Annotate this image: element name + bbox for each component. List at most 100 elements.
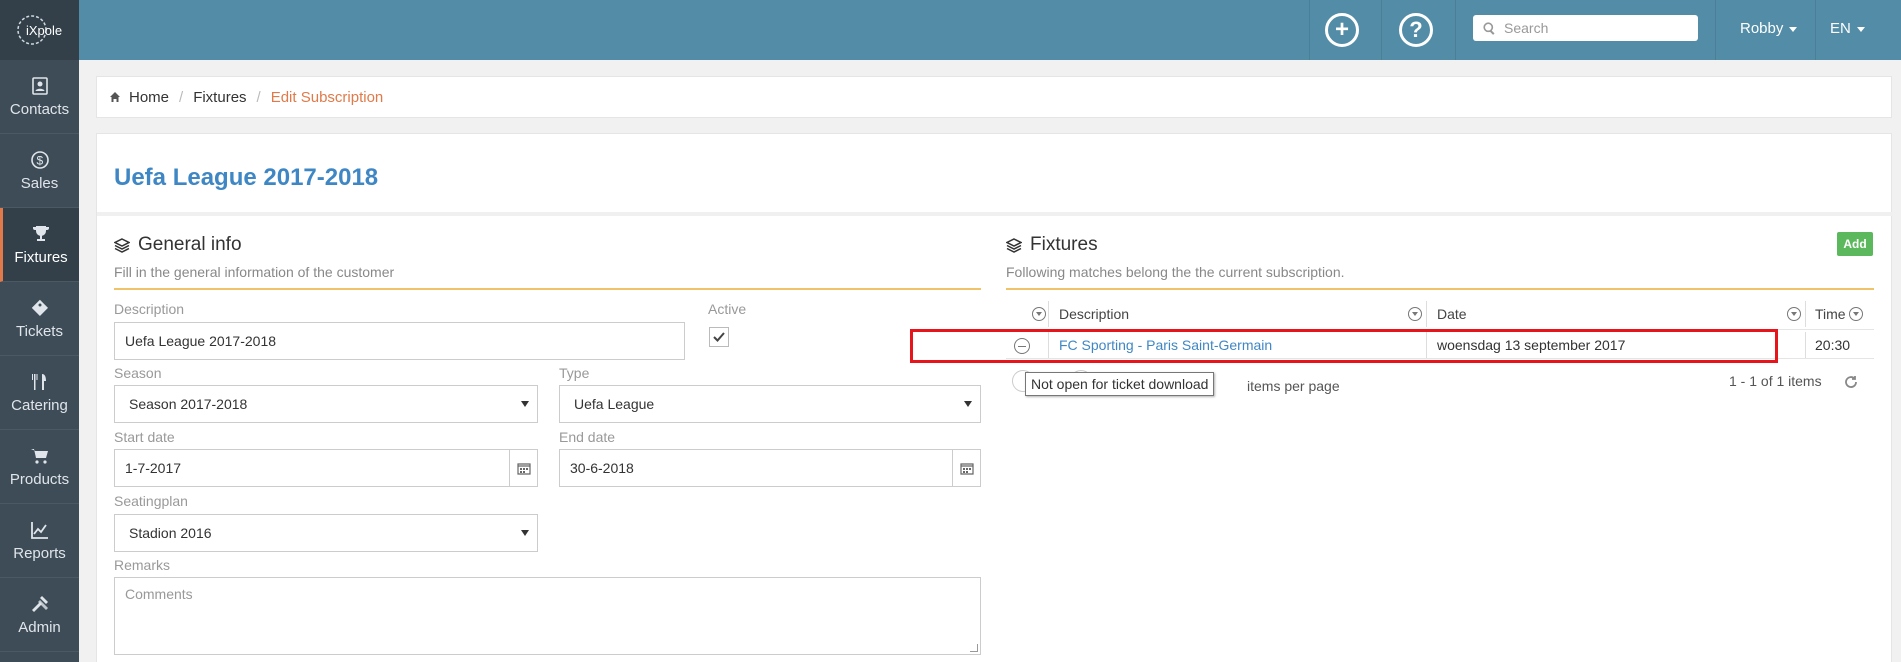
filter-icon[interactable] <box>1408 307 1422 321</box>
general-info-title: General info <box>138 234 242 255</box>
topbar-divider <box>1455 0 1456 60</box>
user-menu[interactable]: Robby <box>1740 20 1798 37</box>
filter-icon[interactable] <box>1032 307 1046 321</box>
description-label: Description <box>114 301 185 317</box>
breadcrumb-fixtures[interactable]: Fixtures <box>193 89 246 106</box>
topbar-divider <box>1815 0 1816 60</box>
breadcrumb-separator: / <box>256 88 261 106</box>
logo-text: iXpole <box>26 23 62 38</box>
sidebar-item-products[interactable]: Products <box>0 430 79 504</box>
sidebar-item-label: Reports <box>13 545 66 562</box>
grid-header: Description Date Time <box>1006 299 1874 329</box>
fixtures-grid: Description Date Time FC Sporting - Pari… <box>1006 299 1874 359</box>
sidebar-item-fixtures[interactable]: Fixtures <box>0 208 79 282</box>
column-divider <box>1805 332 1806 358</box>
question-circle-icon[interactable]: ? <box>1399 13 1433 47</box>
layers-icon <box>1006 238 1022 253</box>
search-box[interactable] <box>1473 15 1698 41</box>
sidebar-item-label: Sales <box>20 175 59 192</box>
layers-icon <box>114 238 130 253</box>
filter-icon[interactable] <box>1787 307 1801 321</box>
fixtures-heading: Fixtures <box>1006 234 1098 256</box>
type-value: Uefa League <box>574 396 655 412</box>
caret-down-icon <box>521 530 529 536</box>
end-date-label: End date <box>559 429 616 445</box>
fixtures-subtitle: Following matches belong the the current… <box>1006 264 1345 280</box>
topbar-divider <box>1715 0 1716 60</box>
sidebar: iXpole Contacts $ Sales Fixtures Tickets… <box>0 0 79 662</box>
general-info-heading: General info <box>114 234 242 256</box>
start-date-value: 1-7-2017 <box>125 460 182 476</box>
column-header-date[interactable]: Date <box>1437 299 1467 329</box>
column-divider <box>1426 332 1427 358</box>
chart-icon <box>29 519 51 541</box>
active-label: Active <box>708 301 747 317</box>
fixtures-title: Fixtures <box>1030 234 1098 255</box>
caret-down-icon <box>964 401 972 407</box>
sidebar-item-label: Catering <box>11 397 68 414</box>
trophy-icon <box>30 223 52 245</box>
seatingplan-label: Seatingplan <box>114 493 188 509</box>
ticket-icon <box>29 297 51 319</box>
sidebar-item-admin[interactable]: Admin <box>0 578 79 652</box>
active-checkbox[interactable] <box>709 327 729 347</box>
sidebar-item-catering[interactable]: Catering <box>0 356 79 430</box>
calendar-icon[interactable] <box>952 450 980 486</box>
sidebar-item-sales[interactable]: $ Sales <box>0 134 79 208</box>
end-date-input[interactable]: 30-6-2018 <box>559 449 981 487</box>
table-row[interactable]: FC Sporting - Paris Saint-Germain woensd… <box>1006 329 1874 359</box>
sidebar-item-reports[interactable]: Reports <box>0 504 79 578</box>
user-name: Robby <box>1740 20 1784 37</box>
tools-icon <box>29 593 51 615</box>
plus-circle-icon[interactable]: + <box>1325 13 1359 47</box>
column-header-time[interactable]: Time <box>1815 299 1846 329</box>
search-input[interactable] <box>1504 20 1684 36</box>
pager-range-info: 1 - 1 of 1 items <box>1729 373 1822 389</box>
sidebar-item-label: Tickets <box>16 323 63 340</box>
fixture-time: 20:30 <box>1815 337 1851 353</box>
sidebar-item-contacts[interactable]: Contacts <box>0 60 79 134</box>
breadcrumb-current: Edit Subscription <box>270 88 384 106</box>
topbar-divider <box>1381 0 1382 60</box>
breadcrumb-home[interactable]: Home <box>129 89 169 106</box>
add-fixture-button[interactable]: Add <box>1837 232 1873 256</box>
season-select[interactable]: Season 2017-2018 <box>114 385 538 423</box>
app-logo[interactable]: iXpole <box>0 0 79 60</box>
page-title: Uefa League 2017-2018 <box>114 164 379 191</box>
resize-handle[interactable] <box>970 644 978 652</box>
filter-icon[interactable] <box>1849 307 1863 321</box>
contacts-icon <box>29 75 51 97</box>
title-divider <box>97 212 1893 216</box>
sidebar-item-label: Admin <box>18 619 61 636</box>
dollar-icon: $ <box>29 149 51 171</box>
season-label: Season <box>114 365 162 381</box>
description-input[interactable]: Uefa League 2017-2018 <box>114 322 685 360</box>
remove-circle-icon[interactable] <box>1014 338 1030 354</box>
remarks-label: Remarks <box>114 557 171 573</box>
start-date-input[interactable]: 1-7-2017 <box>114 449 538 487</box>
topbar: + ? Robby EN <box>79 0 1901 60</box>
fixtures-divider <box>1006 288 1874 290</box>
home-icon <box>110 92 120 102</box>
topbar-divider <box>1309 0 1310 60</box>
refresh-icon[interactable] <box>1844 375 1858 389</box>
check-icon <box>713 332 725 342</box>
column-divider <box>1048 301 1049 327</box>
column-header-description[interactable]: Description <box>1059 299 1129 329</box>
start-date-label: Start date <box>114 429 175 445</box>
type-select[interactable]: Uefa League <box>559 385 981 423</box>
items-per-page-label: items per page <box>1247 378 1340 394</box>
svg-text:$: $ <box>36 154 43 168</box>
column-divider <box>1426 301 1427 327</box>
calendar-icon[interactable] <box>509 450 537 486</box>
fixture-description-link[interactable]: FC Sporting - Paris Saint-Germain <box>1059 330 1272 360</box>
sidebar-item-tickets[interactable]: Tickets <box>0 282 79 356</box>
general-info-subtitle: Fill in the general information of the c… <box>114 264 395 280</box>
remarks-textarea[interactable]: Comments <box>114 577 981 655</box>
language-menu[interactable]: EN <box>1830 20 1865 37</box>
seatingplan-select[interactable]: Stadion 2016 <box>114 514 538 552</box>
cart-icon <box>29 445 51 467</box>
sidebar-item-label: Fixtures <box>14 249 68 266</box>
fixture-date: woensdag 13 september 2017 <box>1437 337 1626 353</box>
logo-icon: iXpole <box>16 15 62 45</box>
